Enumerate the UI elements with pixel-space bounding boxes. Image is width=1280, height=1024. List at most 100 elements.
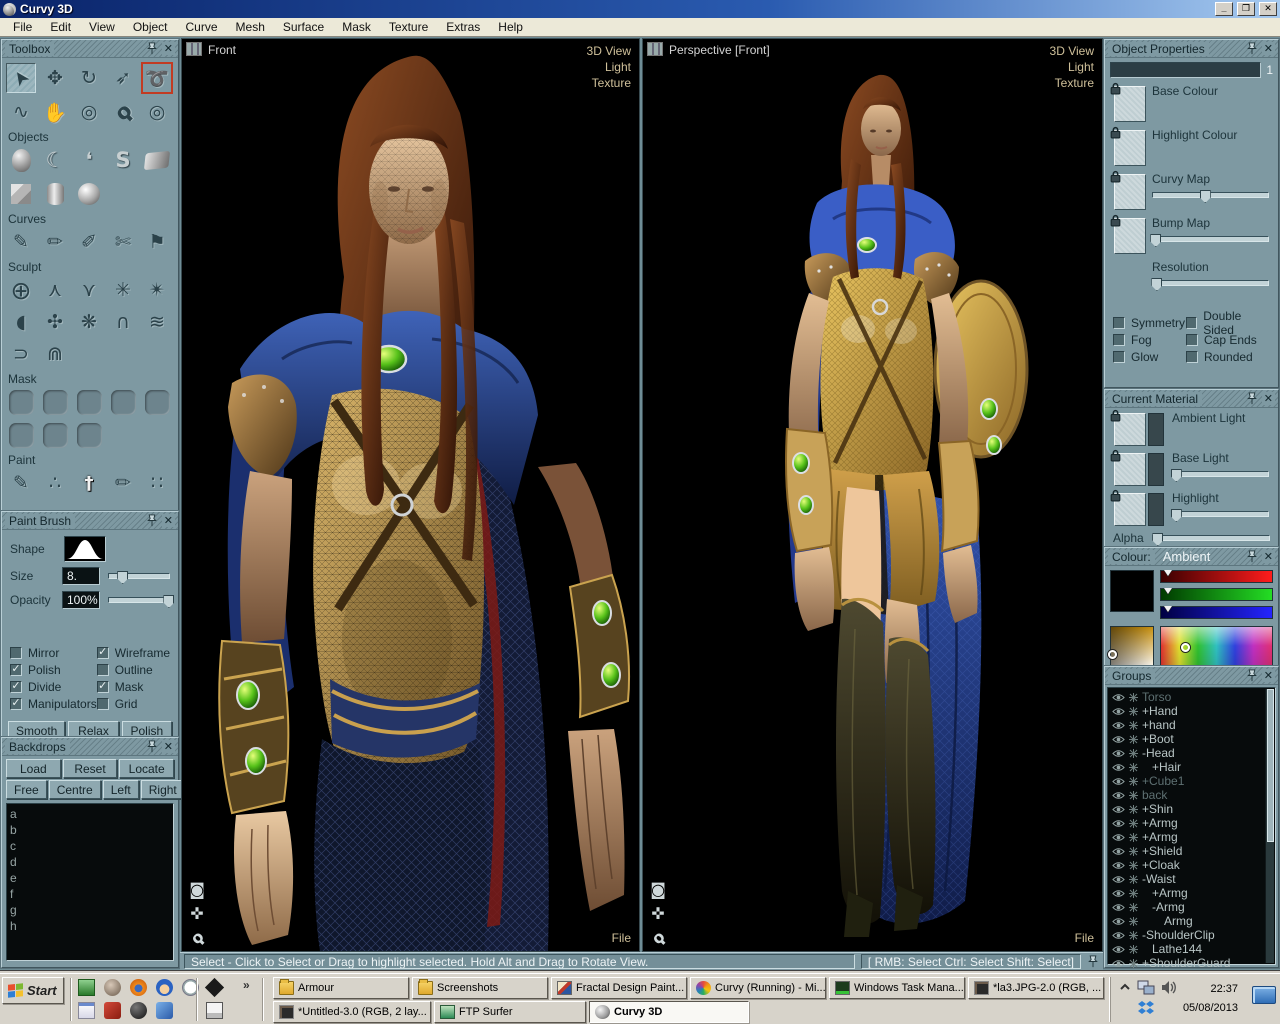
taskbar-button[interactable]: Screenshots: [412, 977, 548, 999]
object-properties-header[interactable]: Object Properties ✕: [1105, 40, 1278, 58]
visibility-eye-icon[interactable]: [1112, 833, 1125, 842]
brush-option-checkbox[interactable]: Mirror: [10, 644, 97, 661]
orbit-tool[interactable]: ◎: [74, 97, 104, 127]
swirl-tool[interactable]: ❋: [74, 307, 104, 337]
object-option-checkbox[interactable]: Symmetry: [1113, 314, 1186, 331]
property-swatch[interactable]: [1110, 82, 1146, 122]
group-star-icon[interactable]: [1129, 805, 1138, 814]
quick-launch-overflow-chevron[interactable]: »: [243, 978, 250, 992]
peak-tool[interactable]: ⋏: [40, 275, 70, 305]
viewport-grip[interactable]: [186, 42, 202, 56]
pin-icon[interactable]: [146, 42, 158, 55]
viewport-file-menu[interactable]: File: [1075, 931, 1094, 945]
group-row[interactable]: +Armg: [1108, 886, 1275, 900]
visibility-eye-icon[interactable]: [1112, 931, 1125, 940]
pin-icon[interactable]: [1246, 392, 1258, 405]
viewport-mode-toggle[interactable]: Light: [587, 59, 631, 75]
volume-icon[interactable]: [1161, 980, 1177, 995]
pin-icon[interactable]: [146, 740, 158, 753]
taskbar-button[interactable]: Armour: [273, 977, 409, 999]
slider-thumb[interactable]: [1151, 278, 1162, 291]
kdiff3-icon[interactable]: [206, 1002, 223, 1019]
rotate-tool[interactable]: ↻: [74, 63, 104, 93]
slider-thumb[interactable]: [1152, 533, 1163, 546]
slider-thumb[interactable]: [1171, 509, 1182, 522]
inkscape-icon[interactable]: [205, 978, 224, 997]
visibility-eye-icon[interactable]: [1112, 903, 1125, 912]
pan-icon[interactable]: ✜: [186, 903, 208, 925]
title-bar[interactable]: Curvy 3D _ ❐ ✕: [0, 0, 1280, 18]
blob-sculpt-tool[interactable]: ◖: [6, 307, 36, 337]
material-swatch[interactable]: [1110, 449, 1166, 487]
pin-icon[interactable]: [1087, 955, 1099, 968]
taskbar-button[interactable]: Fractal Design Paint...: [551, 977, 687, 999]
mask-slot[interactable]: [74, 420, 104, 450]
visibility-eye-icon[interactable]: [1112, 861, 1125, 870]
size-slider[interactable]: [108, 573, 170, 579]
s-primitive[interactable]: S: [108, 145, 138, 175]
blob-primitive[interactable]: [6, 145, 36, 175]
visibility-eye-icon[interactable]: [1112, 917, 1125, 926]
media-sphere-icon[interactable]: [130, 1002, 147, 1019]
viewport-file-menu[interactable]: File: [612, 931, 631, 945]
group-star-icon[interactable]: [1129, 693, 1138, 702]
dark-swatch[interactable]: [1148, 493, 1164, 526]
backdrops-header[interactable]: Backdrops ✕: [2, 738, 178, 756]
backdrop-button[interactable]: Right: [141, 780, 185, 799]
arc-tool[interactable]: ⊃: [6, 339, 36, 369]
close-icon[interactable]: ✕: [162, 740, 175, 753]
colour-header[interactable]: Colour: Ambient ✕: [1105, 548, 1278, 566]
pinch-tool[interactable]: ✣: [40, 307, 70, 337]
viewport-mode-toggle[interactable]: 3D View: [587, 43, 631, 59]
draw-curve-tool[interactable]: ✎: [6, 227, 36, 257]
group-row[interactable]: +ShoulderGuard: [1108, 956, 1275, 970]
property-swatch[interactable]: [1110, 170, 1146, 210]
star-peak-tool[interactable]: ✳: [108, 275, 138, 305]
curve-scissors-tool[interactable]: ✄: [108, 227, 138, 257]
property-swatch[interactable]: [1110, 126, 1146, 166]
blue-channel-slider[interactable]: [1160, 606, 1273, 619]
backdrop-slot[interactable]: a: [10, 806, 170, 822]
viewport-perspective[interactable]: Perspective [Front] 3D ViewLightTexture …: [642, 38, 1103, 952]
network-icon[interactable]: [1137, 980, 1155, 995]
group-row[interactable]: Lathe144: [1108, 942, 1275, 956]
menu-item[interactable]: Extras: [437, 18, 489, 36]
mask-slot[interactable]: [108, 387, 138, 417]
visibility-eye-icon[interactable]: [1112, 721, 1125, 730]
pin-icon[interactable]: [1246, 669, 1258, 682]
menu-item[interactable]: Help: [489, 18, 532, 36]
dropbox-icon[interactable]: [1138, 1000, 1154, 1015]
menu-item[interactable]: Object: [124, 18, 177, 36]
group-row[interactable]: Torso: [1108, 690, 1275, 704]
star-valley-tool[interactable]: ✴: [142, 275, 172, 305]
visibility-eye-icon[interactable]: [1112, 889, 1125, 898]
show-desktop-button[interactable]: [1252, 986, 1276, 1004]
arch-tool[interactable]: ⋒: [40, 339, 70, 369]
group-star-icon[interactable]: [1129, 945, 1138, 954]
group-star-icon[interactable]: [1129, 777, 1138, 786]
group-star-icon[interactable]: [1129, 749, 1138, 758]
slider-thumb[interactable]: [1171, 469, 1182, 482]
menu-item[interactable]: Texture: [380, 18, 437, 36]
close-icon[interactable]: ✕: [162, 514, 175, 527]
property-slider[interactable]: [1152, 236, 1269, 242]
group-star-icon[interactable]: [1129, 707, 1138, 716]
sheet-primitive[interactable]: [142, 145, 172, 175]
close-icon[interactable]: ✕: [162, 42, 175, 55]
crescent-primitive[interactable]: ☾: [40, 145, 70, 175]
backdrop-slot[interactable]: f: [10, 886, 170, 902]
curve-flag-tool[interactable]: ⚑: [142, 227, 172, 257]
backdrop-button[interactable]: Centre: [49, 780, 101, 799]
channel-marker[interactable]: [1164, 588, 1172, 594]
pan-icon[interactable]: ✜: [647, 903, 669, 925]
scrollbar-thumb[interactable]: [1267, 689, 1274, 842]
mask-slot[interactable]: [74, 387, 104, 417]
menu-item[interactable]: Edit: [41, 18, 80, 36]
colour-mode[interactable]: Ambient: [1159, 549, 1215, 564]
group-star-icon[interactable]: [1129, 763, 1138, 772]
paint-spray-tool[interactable]: ∴: [40, 468, 70, 498]
viewport-mode-toggle[interactable]: Texture: [1050, 75, 1094, 91]
visibility-eye-icon[interactable]: [1112, 875, 1125, 884]
menu-item[interactable]: File: [4, 18, 41, 36]
group-star-icon[interactable]: [1129, 833, 1138, 842]
